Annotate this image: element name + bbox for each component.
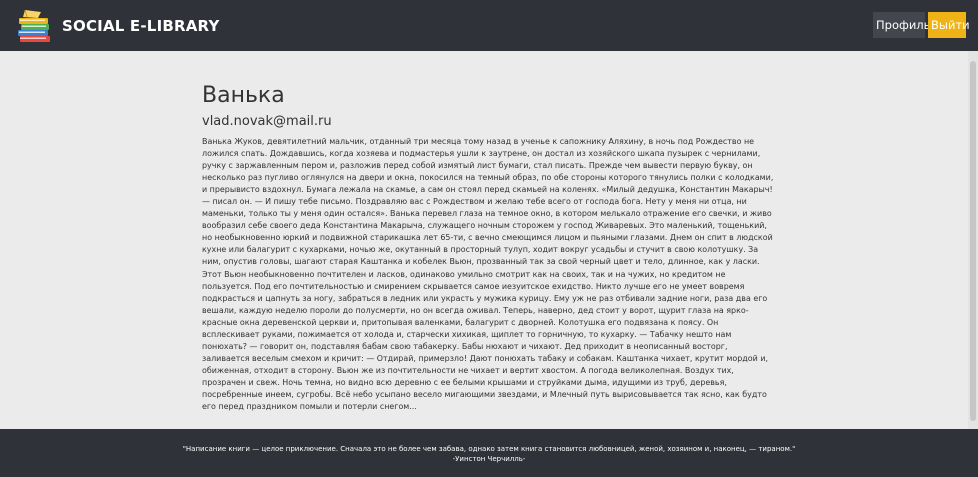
logout-button[interactable]: Выйти [928, 12, 970, 38]
brand-link[interactable]: SOCIAL E-LIBRARY [14, 6, 220, 46]
book-text: Ванька Жуков, девятилетний мальчик, отда… [202, 137, 774, 412]
book-title: Ванька [202, 83, 285, 108]
footer-quote-author: -Уинстон Черчилль- [452, 455, 526, 463]
book-view: Ванька vlad.novak@mail.ru Ванька Жуков, … [202, 83, 774, 413]
scrollbar-thumb[interactable] [970, 61, 976, 421]
footer: "Написание книги — целое приключение. Сн… [0, 429, 978, 477]
navbar: SOCIAL E-LIBRARY Профиль Выйти [0, 0, 978, 51]
book-author: vlad.novak@mail.ru [202, 114, 332, 129]
main-content: Ванька vlad.novak@mail.ru Ванька Жуков, … [0, 51, 968, 429]
brand-name: SOCIAL E-LIBRARY [62, 17, 220, 35]
books-icon [14, 6, 54, 46]
scrollbar[interactable] [968, 51, 978, 429]
profile-button[interactable]: Профиль [873, 12, 930, 38]
footer-quote: "Написание книги — целое приключение. Сн… [182, 445, 796, 453]
